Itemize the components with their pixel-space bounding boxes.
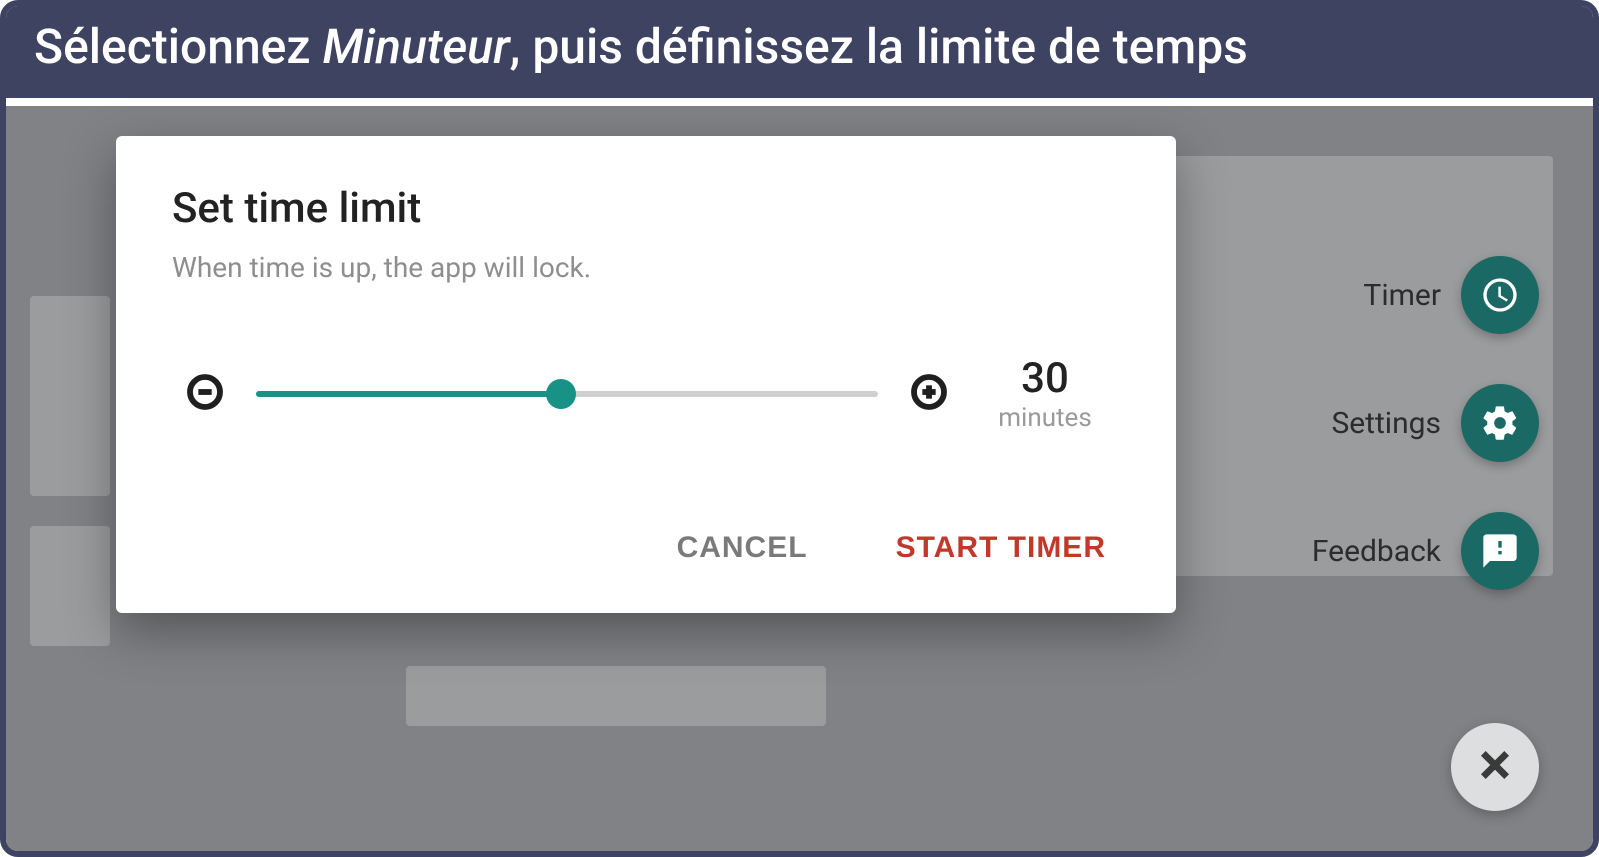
dialog-title: Set time limit — [172, 184, 1120, 233]
decrease-button[interactable] — [182, 371, 228, 417]
time-value: 30 — [980, 354, 1110, 403]
plus-circle-icon — [909, 372, 949, 416]
fab-label-settings: Settings — [1331, 406, 1441, 441]
caption-prefix: Sélectionnez — [34, 18, 322, 75]
fab-label-feedback: Feedback — [1312, 534, 1441, 569]
caption-bar: Sélectionnez Minuteur, puis définissez l… — [6, 6, 1593, 98]
clock-icon — [1461, 256, 1539, 334]
time-unit: minutes — [980, 403, 1110, 433]
dialog-subtitle: When time is up, the app will lock. — [172, 251, 1120, 284]
fab-row-settings[interactable]: Settings — [1331, 384, 1539, 462]
fab-label-timer: Timer — [1363, 278, 1441, 313]
slider-fill — [256, 391, 561, 397]
time-slider[interactable] — [256, 391, 878, 397]
annotated-screenshot: Sélectionnez Minuteur, puis définissez l… — [0, 0, 1599, 857]
close-icon — [1475, 745, 1515, 789]
close-button[interactable] — [1451, 723, 1539, 811]
feedback-icon — [1461, 512, 1539, 590]
gear-icon — [1461, 384, 1539, 462]
increase-button[interactable] — [906, 371, 952, 417]
start-timer-button[interactable]: START TIMER — [892, 523, 1110, 573]
fab-row-timer[interactable]: Timer — [1363, 256, 1539, 334]
time-value-block: 30 minutes — [980, 354, 1110, 433]
dialog-actions: CANCEL START TIMER — [172, 523, 1120, 573]
caption-em: Minuteur — [322, 18, 509, 75]
minus-circle-icon — [185, 372, 225, 416]
fab-row-feedback[interactable]: Feedback — [1312, 512, 1539, 590]
slider-thumb[interactable] — [546, 379, 576, 409]
cancel-button[interactable]: CANCEL — [673, 523, 812, 573]
fab-menu: Timer Settings Feedback — [1312, 256, 1539, 590]
slider-row: 30 minutes — [172, 354, 1120, 433]
set-time-limit-dialog: Set time limit When time is up, the app … — [116, 136, 1176, 613]
caption-suffix: , puis définissez la limite de temps — [510, 18, 1248, 75]
